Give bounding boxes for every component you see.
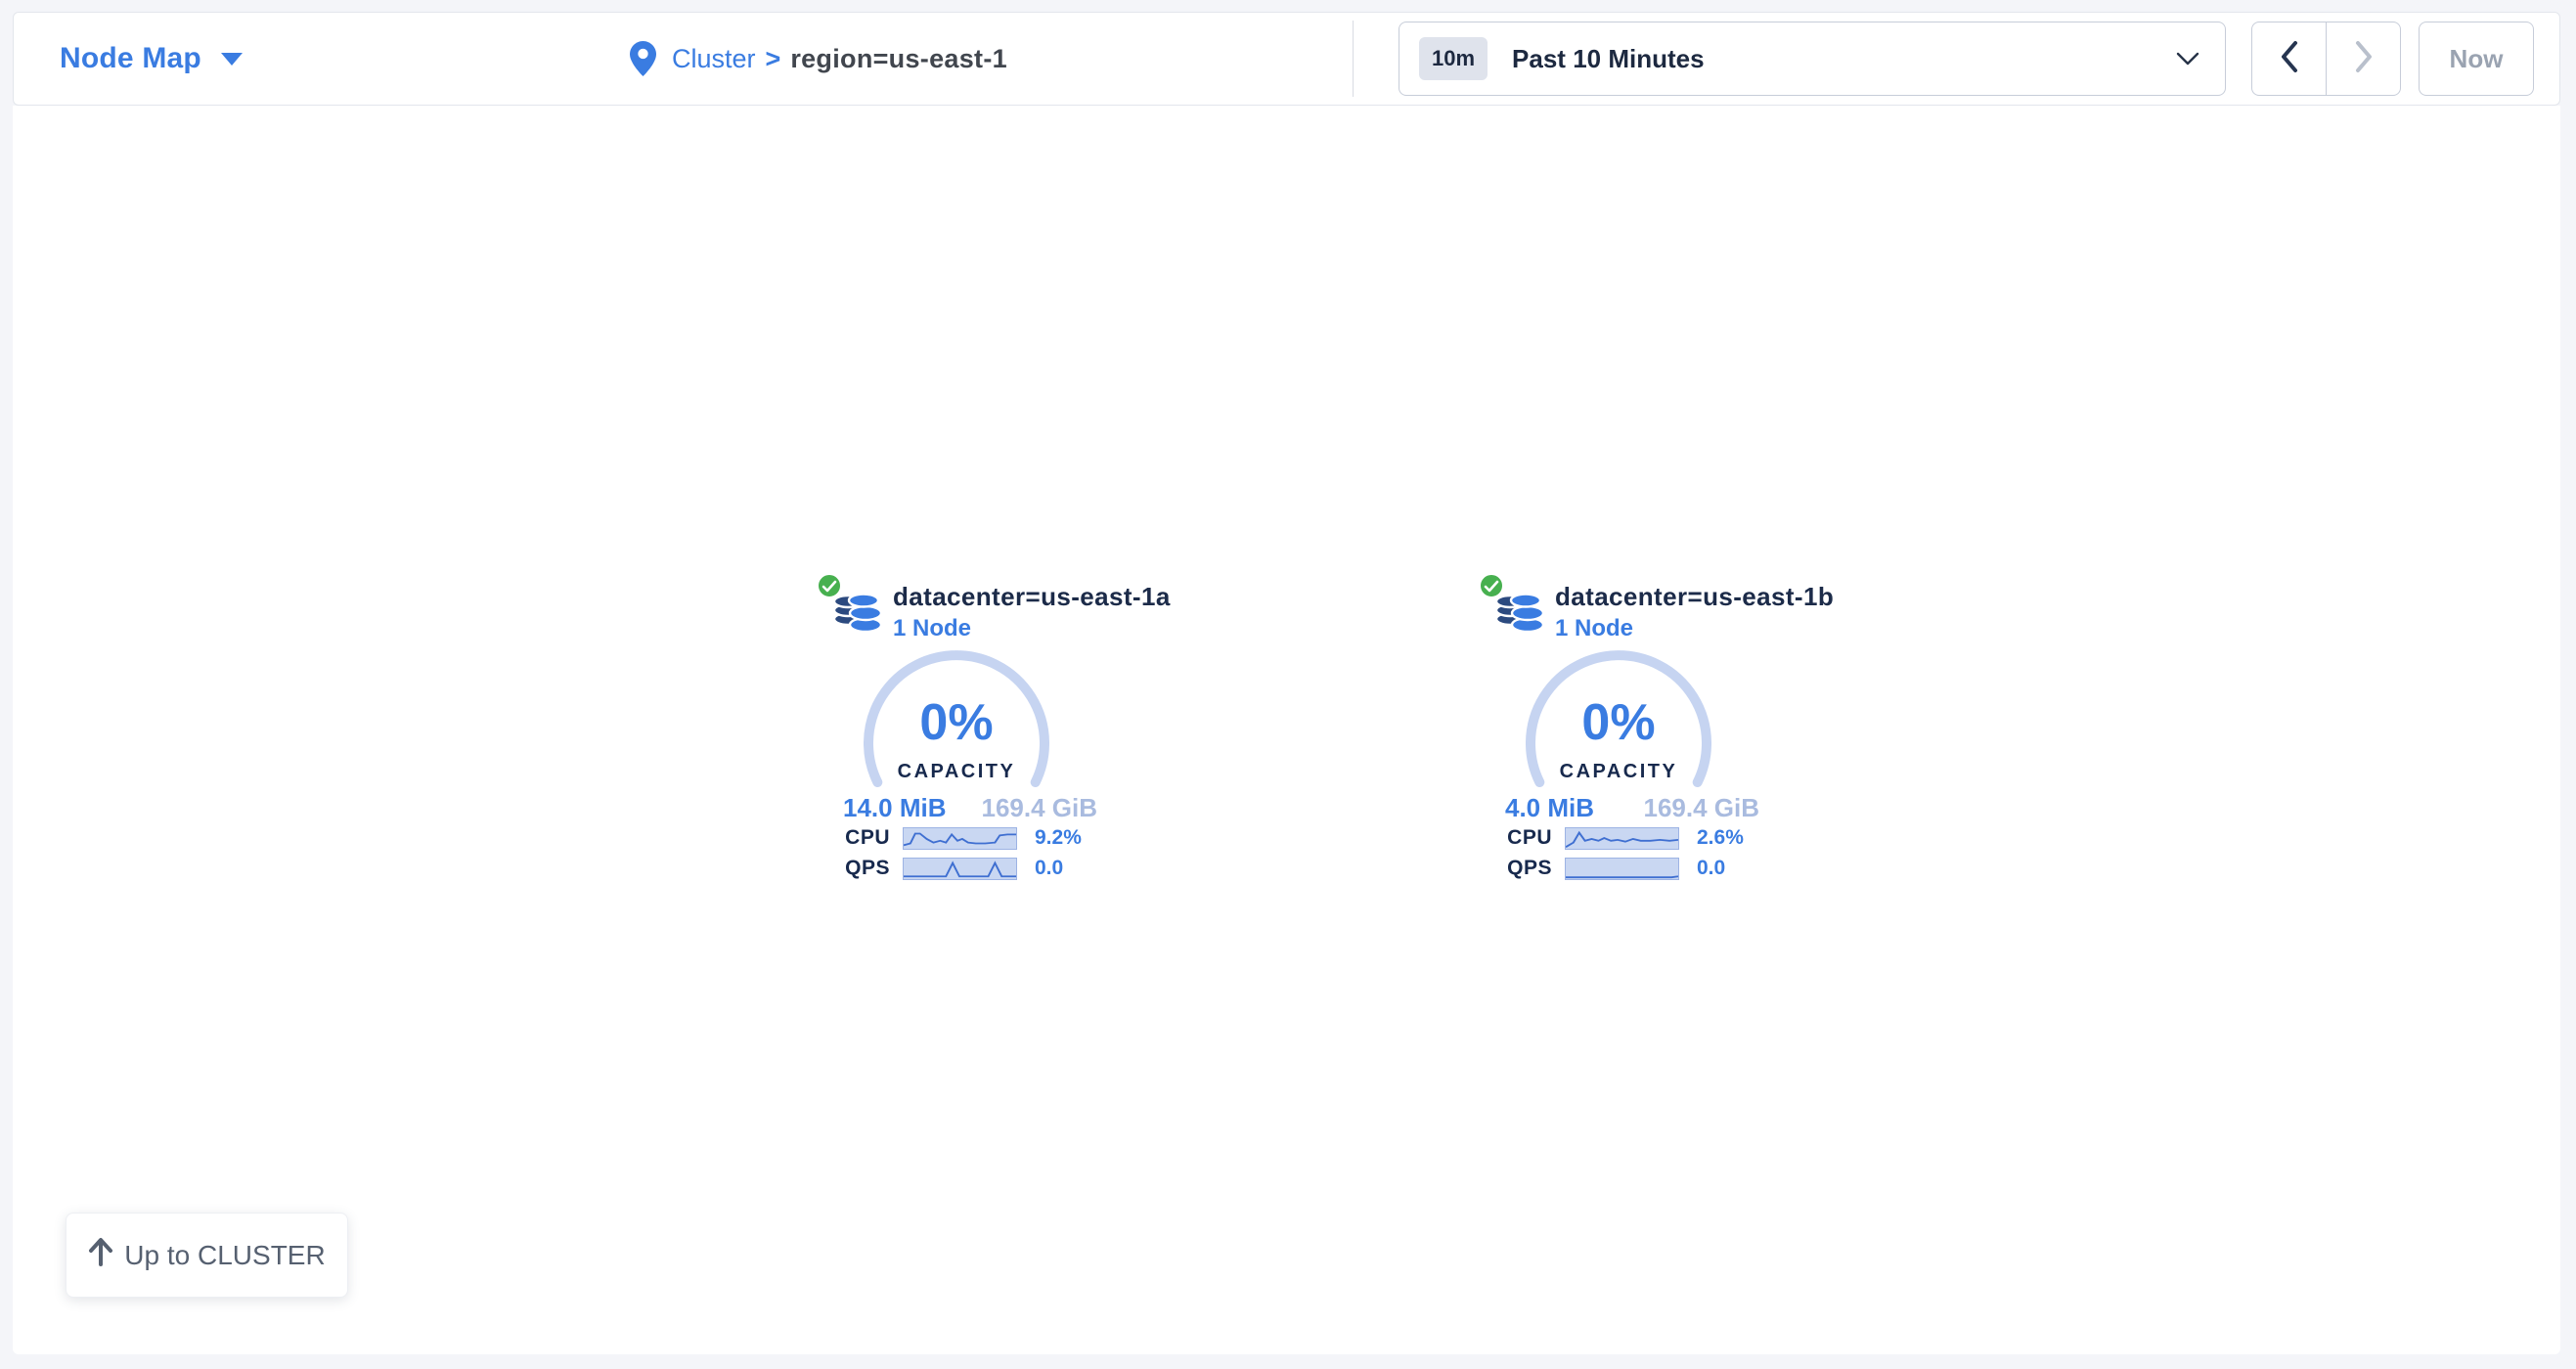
view-selector-dropdown[interactable]: Node Map (60, 42, 243, 75)
header-bar: Node Map Cluster > region=us-east-1 10m … (13, 12, 2560, 106)
header-time-section: 10m Past 10 Minutes (1354, 13, 2559, 105)
locality-title: datacenter=us-east-1a (893, 582, 1171, 612)
locality-title: datacenter=us-east-1b (1555, 582, 1834, 612)
time-range-badge: 10m (1419, 37, 1488, 80)
stat-row-qps: QPS 0.0 (839, 857, 1063, 880)
breadcrumb-current: region=us-east-1 (790, 44, 1007, 74)
up-to-cluster-button[interactable]: Up to CLUSTER (66, 1213, 348, 1298)
database-icon (831, 588, 886, 641)
stat-row-cpu: CPU 2.6% (1501, 826, 1744, 850)
qps-sparkline (1565, 858, 1679, 880)
time-range-selector[interactable]: 10m Past 10 Minutes (1399, 22, 2226, 96)
qps-sparkline (903, 858, 1017, 880)
location-pin-icon (630, 41, 656, 76)
stat-value: 0.0 (1697, 857, 1725, 880)
status-ok-icon (1478, 572, 1505, 599)
breadcrumb-separator: > (766, 44, 781, 74)
stat-label: QPS (839, 857, 890, 880)
capacity-used: 14.0 MiB (843, 793, 947, 823)
view-selector-label: Node Map (60, 42, 201, 75)
caret-down-icon (221, 53, 243, 66)
chevron-right-icon (2354, 40, 2374, 78)
locality-node-count: 1 Node (893, 615, 971, 642)
stat-label: CPU (1501, 826, 1552, 850)
time-prev-button[interactable] (2252, 22, 2327, 95)
time-range-label: Past 10 Minutes (1512, 44, 1705, 74)
capacity-total: 169.4 GiB (1643, 793, 1759, 823)
header-left-section: Node Map Cluster > region=us-east-1 (14, 13, 1353, 105)
capacity-label: CAPACITY (1521, 761, 1716, 783)
time-nav-group (2251, 22, 2401, 96)
capacity-percent: 0% (1521, 697, 1716, 748)
breadcrumb-cluster-link[interactable]: Cluster (672, 44, 756, 74)
capacity-values-row: 4.0 MiB 169.4 GiB (1505, 793, 1759, 823)
stat-label: CPU (839, 826, 890, 850)
stat-value: 2.6% (1697, 826, 1744, 850)
database-icon (1493, 588, 1548, 641)
capacity-total: 169.4 GiB (981, 793, 1097, 823)
capacity-label: CAPACITY (859, 761, 1054, 783)
status-ok-icon (816, 572, 843, 599)
time-next-button[interactable] (2327, 22, 2400, 95)
locality-card-us-east-1b[interactable]: datacenter=us-east-1b 1 Node 0% CAPACITY… (1462, 572, 1775, 895)
node-map-canvas: datacenter=us-east-1a 1 Node 0% CAPACITY… (13, 106, 2560, 1354)
chevron-left-icon (2280, 40, 2299, 78)
up-arrow-icon (88, 1237, 113, 1273)
stat-value: 0.0 (1035, 857, 1063, 880)
cpu-sparkline (1565, 827, 1679, 850)
locality-node-count: 1 Node (1555, 615, 1633, 642)
capacity-percent: 0% (859, 697, 1054, 748)
stat-label: QPS (1501, 857, 1552, 880)
up-to-cluster-label: Up to CLUSTER (124, 1240, 325, 1271)
now-button[interactable]: Now (2419, 22, 2534, 96)
capacity-values-row: 14.0 MiB 169.4 GiB (843, 793, 1097, 823)
stat-row-qps: QPS 0.0 (1501, 857, 1725, 880)
chevron-down-icon (2176, 52, 2199, 66)
breadcrumb: Cluster > region=us-east-1 (630, 13, 1007, 105)
stat-value: 9.2% (1035, 826, 1082, 850)
locality-card-us-east-1a[interactable]: datacenter=us-east-1a 1 Node 0% CAPACITY… (800, 572, 1113, 895)
stat-row-cpu: CPU 9.2% (839, 826, 1082, 850)
cpu-sparkline (903, 827, 1017, 850)
capacity-used: 4.0 MiB (1505, 793, 1594, 823)
